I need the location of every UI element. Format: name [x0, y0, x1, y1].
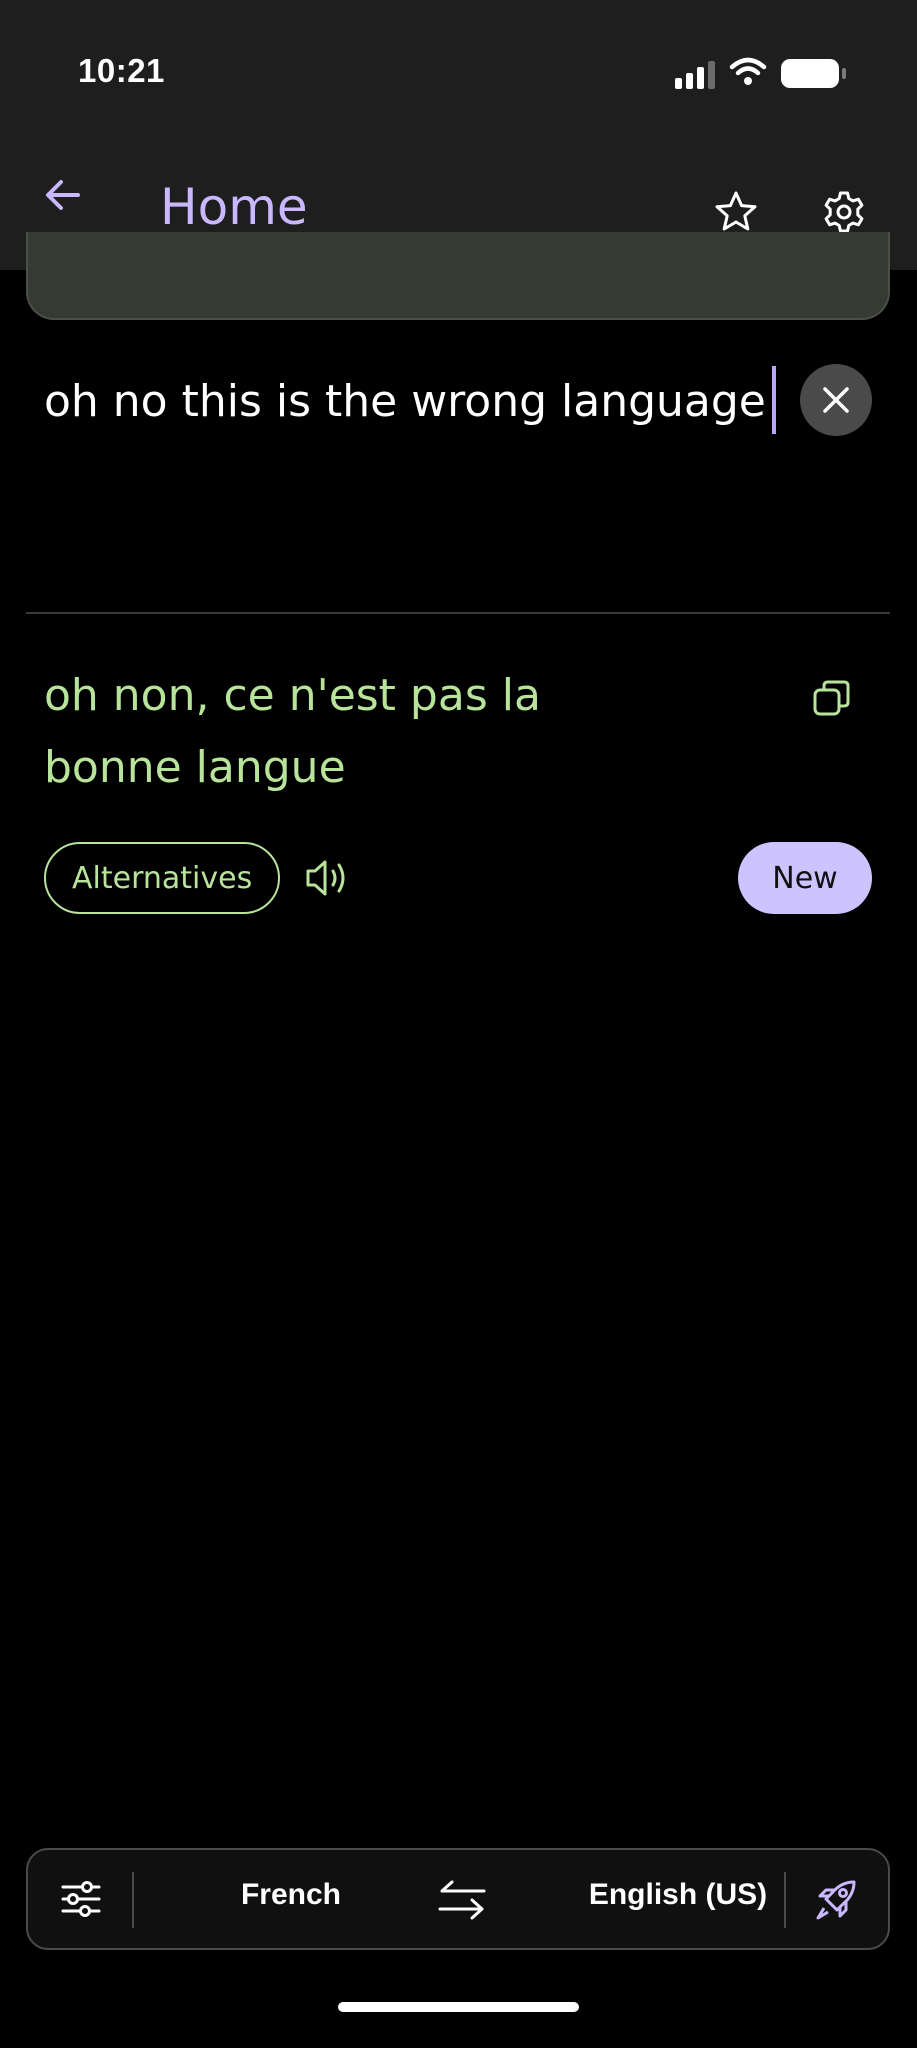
separator	[784, 1872, 786, 1928]
copy-button[interactable]	[808, 674, 856, 722]
sliders-icon	[61, 1881, 101, 1917]
home-indicator[interactable]	[338, 2002, 579, 2012]
copy-icon	[813, 680, 850, 716]
rocket-icon	[816, 1880, 856, 1920]
status-bar: 10:21	[0, 0, 917, 140]
arrow-left-icon	[46, 180, 80, 210]
source-language-selector[interactable]: French	[176, 1878, 406, 1912]
wifi-icon	[729, 56, 767, 91]
alternatives-button[interactable]: Alternatives	[44, 842, 281, 914]
status-time: 10:21	[78, 52, 165, 89]
swap-languages-button[interactable]	[434, 1872, 490, 1928]
star-icon	[715, 191, 757, 231]
source-input-text: oh no this is the wrong language	[44, 376, 766, 427]
source-input[interactable]: oh no this is the wrong language	[44, 366, 776, 438]
rocket-button[interactable]	[810, 1874, 862, 1926]
new-translation-button[interactable]: New	[738, 842, 872, 914]
battery-icon	[781, 59, 846, 88]
language-bar: French English (US)	[26, 1848, 890, 1950]
swap-arrows-icon	[438, 1880, 486, 1920]
screen: 10:21 Home oh no this is the wrong langu…	[0, 0, 917, 2048]
clear-input-button[interactable]	[800, 364, 872, 436]
speaker-icon	[306, 860, 345, 896]
divider	[26, 612, 890, 614]
close-icon	[823, 387, 849, 413]
translation-output: oh non, ce n'est pas la bonne langue	[44, 670, 541, 793]
speak-button[interactable]	[300, 850, 356, 906]
previous-card	[26, 232, 890, 320]
text-caret	[771, 366, 776, 434]
translation-options-button[interactable]	[56, 1874, 106, 1924]
back-button[interactable]	[38, 170, 88, 220]
page-title: Home	[160, 178, 308, 236]
status-icons	[675, 56, 846, 91]
signal-icon	[675, 59, 715, 89]
gear-icon	[824, 191, 864, 233]
separator	[132, 1872, 134, 1928]
target-language-selector[interactable]: English (US)	[528, 1878, 828, 1912]
